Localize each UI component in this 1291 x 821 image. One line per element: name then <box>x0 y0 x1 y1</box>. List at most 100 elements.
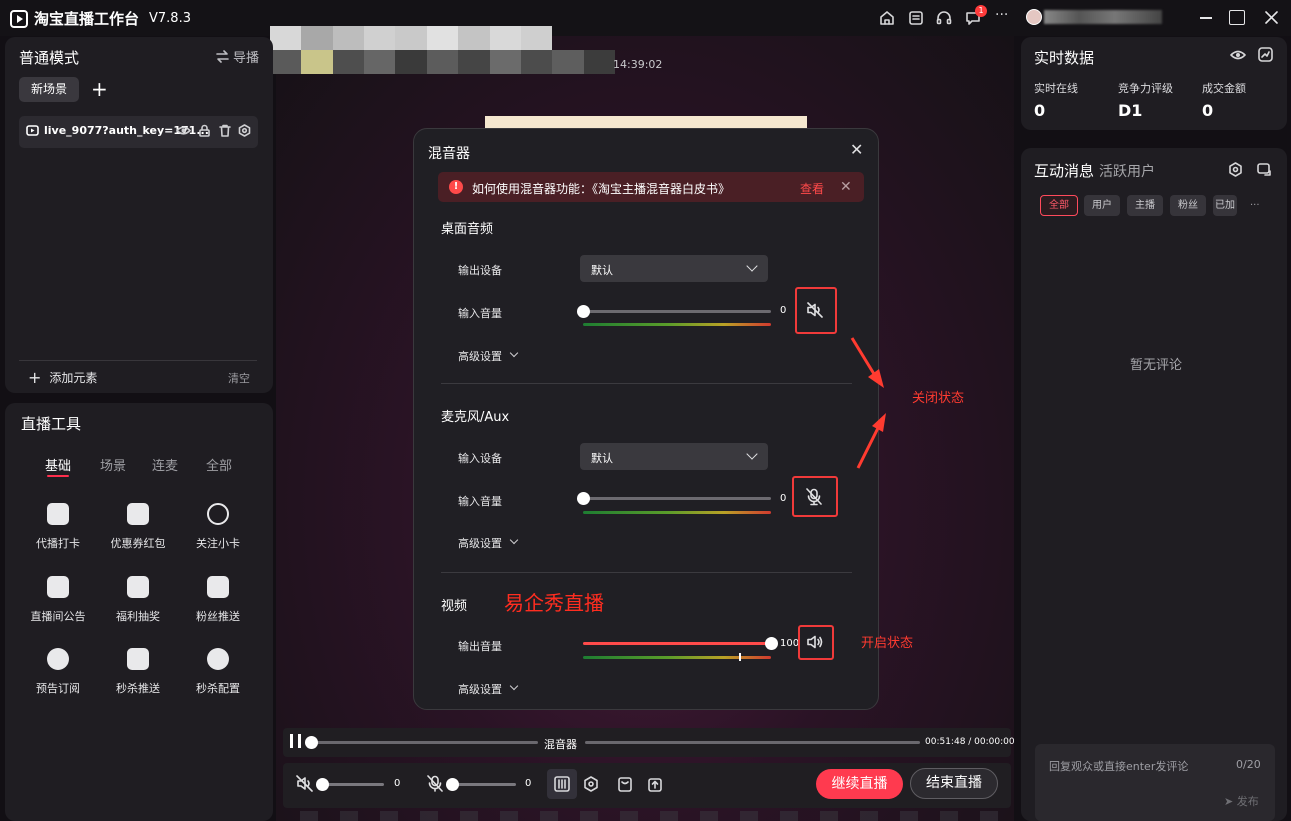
speaker-volume-track[interactable] <box>322 783 384 786</box>
tab-scene[interactable]: 场景 <box>100 455 126 474</box>
tool-label: 秒杀推送 <box>116 682 160 695</box>
settings-icon[interactable] <box>579 772 603 796</box>
broadcast-icon <box>207 503 229 525</box>
stat-rating-value: D1 <box>1118 101 1143 120</box>
close-icon[interactable]: ✕ <box>850 142 863 158</box>
maximize-icon[interactable] <box>1229 10 1245 25</box>
mic-volume-knob[interactable] <box>577 492 590 505</box>
video-advanced-settings[interactable]: 高级设置 <box>458 681 502 697</box>
playback-track[interactable] <box>312 741 538 744</box>
empty-state: 暂无评论 <box>1130 358 1183 373</box>
pause-icon[interactable] <box>290 734 301 748</box>
mixer-sliders-icon <box>554 776 570 792</box>
tab-co-stream[interactable]: 连麦 <box>152 455 178 474</box>
filter-fans[interactable]: 粉丝 <box>1170 195 1206 216</box>
tool-label: 关注小卡 <box>196 537 240 550</box>
gift-icon <box>127 576 149 598</box>
minimize-icon[interactable] <box>1200 17 1212 19</box>
mic-advanced-settings[interactable]: 高级设置 <box>458 535 502 551</box>
filter-all[interactable]: 全部 <box>1040 195 1078 216</box>
tool-label: 预告订阅 <box>36 682 80 695</box>
filter-host[interactable]: 主播 <box>1127 195 1163 216</box>
more-menu-icon[interactable]: ··· <box>995 7 1008 23</box>
add-element-label: 添加元素 <box>49 371 98 385</box>
publish-label: 发布 <box>1236 795 1259 808</box>
notification-badge: 1 <box>975 5 987 17</box>
lock-icon[interactable] <box>199 124 210 137</box>
continue-live-button[interactable]: 继续直播 <box>816 769 903 799</box>
messages-title[interactable]: 互动消息 <box>1034 160 1094 181</box>
tip-text: 如何使用混音器功能：《淘宝主播混音器白皮书》 <box>472 182 731 196</box>
mic-volume-track[interactable] <box>583 497 771 500</box>
visibility-icon[interactable] <box>176 125 191 136</box>
mic-volume-knob[interactable] <box>446 778 459 791</box>
delete-icon[interactable] <box>219 124 231 137</box>
video-volume-knob[interactable] <box>765 637 778 650</box>
headset-icon[interactable] <box>935 9 953 27</box>
end-live-button[interactable]: 结束直播 <box>910 768 998 799</box>
desktop-volume-knob[interactable] <box>577 305 590 318</box>
settings-icon[interactable] <box>238 124 251 137</box>
tab-all[interactable]: 全部 <box>206 455 232 474</box>
filter-users[interactable]: 用户 <box>1084 195 1120 216</box>
flash-config-icon <box>207 648 229 670</box>
video-volume-track[interactable] <box>583 642 771 645</box>
mic-muted-icon[interactable] <box>427 775 443 792</box>
reply-placeholder: 回复观众或直接enter发评论 <box>1049 760 1189 773</box>
speaker-muted-icon[interactable] <box>296 775 314 792</box>
guide-button[interactable]: 导播 <box>216 47 259 66</box>
stat-sales-label: 成交金额 <box>1202 82 1246 95</box>
tool-fan-push[interactable]: 粉丝推送 <box>183 576 253 624</box>
app-name: 淘宝直播工作台 <box>34 10 140 28</box>
filter-more[interactable]: ... <box>1250 197 1260 208</box>
mixer-toggle[interactable]: 混音器 <box>544 736 577 752</box>
close-icon[interactable]: ✕ <box>840 179 852 195</box>
tool-flash-config[interactable]: 秒杀配置 <box>183 648 253 696</box>
clear-button[interactable]: 清空 <box>228 370 250 386</box>
tool-follow-card[interactable]: 关注小卡 <box>183 503 253 551</box>
publish-button[interactable]: ➤ 发布 <box>1224 793 1259 809</box>
share-bag-icon[interactable] <box>643 772 667 796</box>
tool-checkin[interactable]: 代播打卡 <box>23 503 93 551</box>
mic-volume-track[interactable] <box>452 783 516 786</box>
section-divider <box>441 572 852 573</box>
video-volume-value: 100 <box>780 638 800 649</box>
realtime-title: 实时数据 <box>1034 49 1095 67</box>
add-scene-button[interactable]: + <box>91 78 108 100</box>
username-blurred <box>1044 10 1162 24</box>
close-window-icon[interactable] <box>1264 10 1279 25</box>
settings-icon[interactable] <box>1228 162 1243 177</box>
playback-knob[interactable] <box>305 736 318 749</box>
tool-subscribe[interactable]: 预告订阅 <box>23 648 93 696</box>
active-users-tab[interactable]: 活跃用户 <box>1099 161 1155 181</box>
tab-basic[interactable]: 基础 <box>45 455 71 474</box>
playback-track-secondary[interactable] <box>585 741 920 744</box>
output-device-value: 默认 <box>591 264 613 277</box>
speaker-volume-knob[interactable] <box>316 778 329 791</box>
add-element-button[interactable]: + 添加元素 <box>28 369 97 386</box>
popout-icon[interactable] <box>1257 163 1271 176</box>
tool-label: 福利抽奖 <box>116 610 160 623</box>
tool-coupon[interactable]: 优惠券红包 <box>103 503 173 551</box>
home-icon[interactable] <box>878 9 896 27</box>
mic-volume-value: 0 <box>525 778 532 789</box>
tool-announcement[interactable]: 直播间公告 <box>23 576 93 624</box>
avatar[interactable] <box>1026 9 1042 25</box>
brand-annotation: 易企秀直播 <box>504 591 604 615</box>
eye-icon[interactable] <box>1230 49 1246 61</box>
closed-state-annotation: 关闭状态 <box>912 391 965 406</box>
desktop-volume-value: 0 <box>780 305 787 316</box>
tip-view-link[interactable]: 查看 <box>800 180 824 197</box>
filter-followed[interactable]: 已加 <box>1213 195 1237 216</box>
mic-volume-label: 输入音量 <box>458 495 502 508</box>
flash-push-icon <box>127 648 149 670</box>
desktop-advanced-settings[interactable]: 高级设置 <box>458 348 502 364</box>
shopping-bag-icon[interactable] <box>613 772 637 796</box>
scene-tab[interactable]: 新场景 <box>19 77 79 102</box>
tool-lottery[interactable]: 福利抽奖 <box>103 576 173 624</box>
tool-flash-push[interactable]: 秒杀推送 <box>103 648 173 696</box>
reply-input[interactable] <box>1035 744 1275 821</box>
desktop-volume-track[interactable] <box>583 310 771 313</box>
document-icon[interactable] <box>907 9 925 27</box>
chart-icon[interactable] <box>1258 47 1273 62</box>
